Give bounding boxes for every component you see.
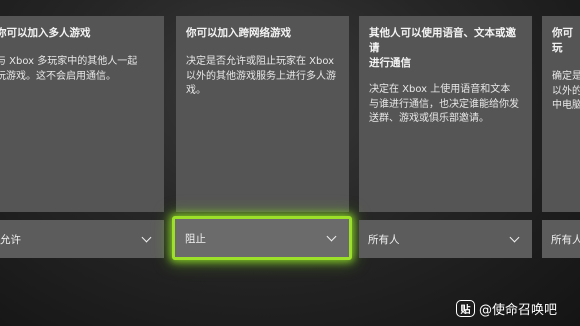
tieba-watermark: 贴 @使命召唤吧 — [456, 299, 557, 318]
card-description: 与 Xbox 多玩家中的其他人一起 玩游戏。这不会启用通信。 — [0, 56, 138, 82]
card-description: 确定是 以外的 中电脑 — [552, 71, 580, 111]
chevron-down-icon — [142, 234, 152, 244]
dropdown-value: 阻止 — [185, 232, 206, 245]
communication-dropdown[interactable]: 所有人 — [359, 220, 532, 258]
tieba-logo-icon: 贴 — [456, 300, 475, 317]
card-description: 决定在 Xbox 上使用语音和文本 与谁进行通信，也决定谁能给你发 送群、游戏或… — [369, 84, 519, 124]
partial-setting-card: 你可 玩 确定是 以外的 中电脑 — [542, 16, 580, 212]
card-title: 其他人可以使用语音、文本或邀请 进行通信 — [369, 27, 516, 69]
watermark-text: @使命召唤吧 — [479, 303, 558, 318]
multiplayer-dropdown[interactable]: 允许 — [0, 220, 164, 258]
dropdown-value: 所有人 — [551, 233, 580, 246]
multiplayer-setting-card: 你可以加入多人游戏 与 Xbox 多玩家中的其他人一起 玩游戏。这不会启用通信。 — [0, 16, 164, 212]
card-title: 你可 玩 — [552, 27, 573, 54]
dropdown-value: 允许 — [0, 233, 21, 246]
chevron-down-icon — [327, 233, 337, 243]
card-title: 你可以加入跨网络游戏 — [186, 27, 291, 39]
communication-setting-card: 其他人可以使用语音、文本或邀请 进行通信 决定在 Xbox 上使用语音和文本 与… — [359, 16, 532, 212]
dropdown-value: 所有人 — [368, 233, 400, 246]
card-description: 决定是否允许或阻止玩家在 Xbox 以外的其他游戏服务上进行多人游戏。 — [186, 56, 336, 96]
chevron-down-icon — [510, 234, 520, 244]
cross-network-setting-card: 你可以加入跨网络游戏 决定是否允许或阻止玩家在 Xbox 以外的其他游戏服务上进… — [176, 16, 349, 212]
partial-dropdown[interactable]: 所有人 — [542, 220, 580, 258]
cross-network-dropdown[interactable]: 阻止 — [172, 216, 352, 260]
card-title: 你可以加入多人游戏 — [0, 27, 91, 39]
privacy-settings-screen: 你可以加入多人游戏 与 Xbox 多玩家中的其他人一起 玩游戏。这不会启用通信。… — [0, 0, 580, 326]
